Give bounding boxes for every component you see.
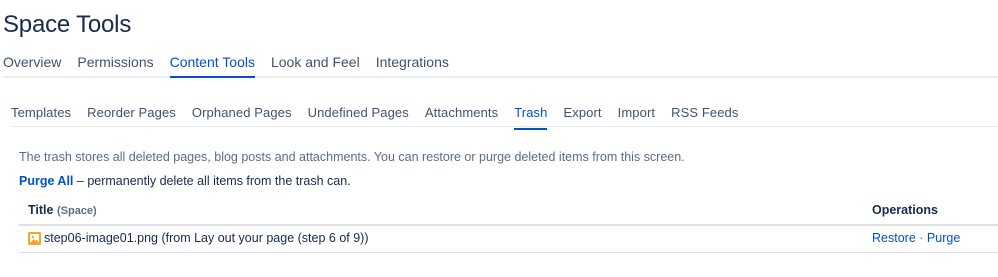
tab-import[interactable]: Import [618,104,655,126]
column-space-label: (Space) [56,205,97,217]
restore-link[interactable]: Restore [872,231,916,245]
tab-content-tools[interactable]: Content Tools [169,52,256,78]
tab-reorder-pages[interactable]: Reorder Pages [87,104,176,126]
tab-undefined-pages[interactable]: Undefined Pages [308,104,409,126]
tab-overview[interactable]: Overview [3,52,61,76]
purge-all-link[interactable]: Purge All [19,174,73,188]
column-title: Title (Space) [28,203,97,217]
content-tools-tabs: Templates Reorder Pages Orphaned Pages U… [11,104,998,130]
purge-all-explanation: – permanently delete all items from the … [73,174,351,188]
tab-attachments[interactable]: Attachments [425,104,498,126]
image-file-icon [28,232,41,245]
tab-export[interactable]: Export [563,104,601,126]
space-tools-page: Space Tools Overview Permissions Content… [0,0,998,277]
page-title: Space Tools [3,11,132,38]
column-title-label: Title [28,203,54,217]
tab-trash[interactable]: Trash [514,104,548,130]
operations-separator: · [919,231,924,245]
trash-item-title: step06-image01.png (from Lay out your pa… [44,231,369,245]
tab-permissions[interactable]: Permissions [77,52,153,76]
trash-table: Title (Space) Operations step06-image01.… [19,199,998,253]
tab-rss-feeds[interactable]: RSS Feeds [671,104,738,126]
row-operations: Restore · Purge [872,231,960,245]
tab-integrations[interactable]: Integrations [376,52,449,76]
tab-look-and-feel[interactable]: Look and Feel [271,52,360,76]
primary-tabs: Overview Permissions Content Tools Look … [3,52,998,78]
purge-all-line: Purge All – permanently delete all items… [19,173,351,189]
table-row: step06-image01.png (from Lay out your pa… [19,226,998,253]
table-header: Title (Space) Operations [19,199,998,226]
trash-description: The trash stores all deleted pages, blog… [19,150,685,164]
purge-link[interactable]: Purge [927,231,960,245]
tab-templates[interactable]: Templates [11,104,71,126]
column-operations: Operations [872,203,938,217]
tab-orphaned-pages[interactable]: Orphaned Pages [192,104,292,126]
